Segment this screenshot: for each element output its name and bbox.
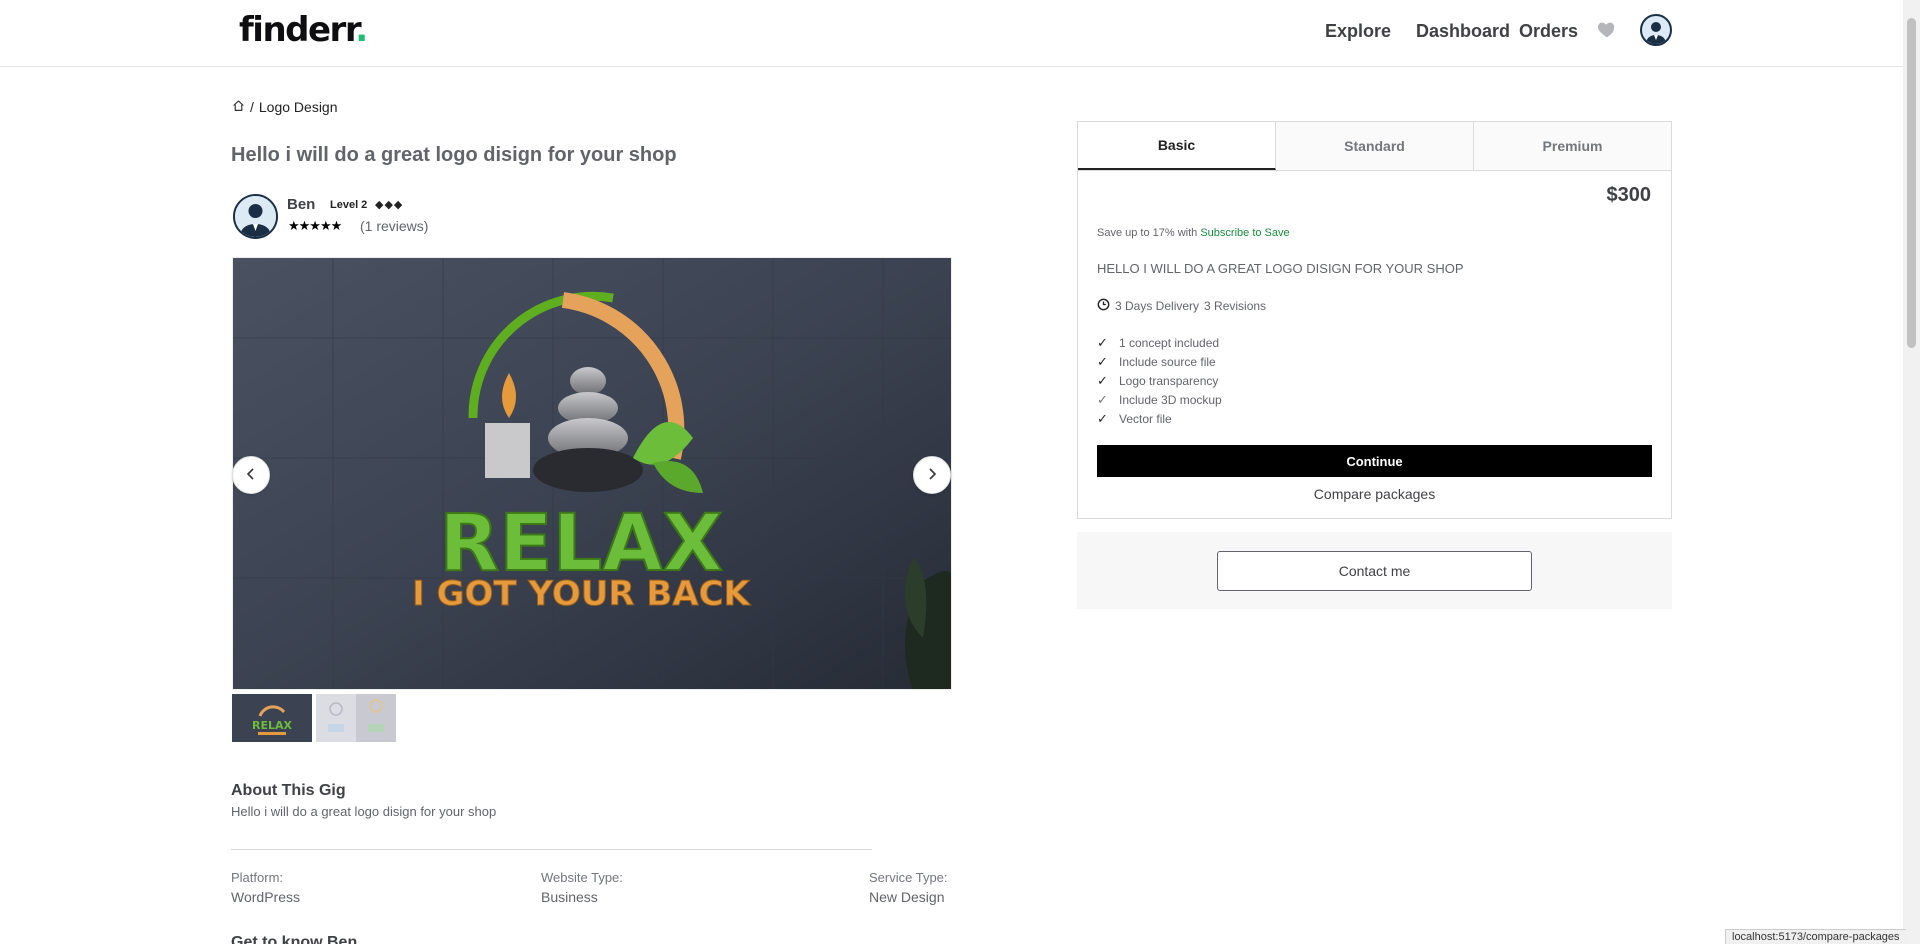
seller-avatar[interactable] xyxy=(233,194,278,239)
clock-icon xyxy=(1097,298,1110,314)
package-card: Basic Standard Premium $300 Save up to 1… xyxy=(1077,121,1672,519)
package-tabs: Basic Standard Premium xyxy=(1078,122,1671,171)
seller-name[interactable]: Ben xyxy=(287,196,315,213)
package-features: ✓ 1 concept included ✓ Include source fil… xyxy=(1097,333,1222,428)
gig-gallery: RELAX I GOT YOUR BACK xyxy=(232,257,952,690)
check-icon: ✓ xyxy=(1097,391,1108,407)
tab-basic[interactable]: Basic xyxy=(1078,122,1276,170)
breadcrumb-category[interactable]: Logo Design xyxy=(259,99,338,115)
compare-packages-link[interactable]: Compare packages xyxy=(1078,486,1671,502)
level-diamonds-icon: ◆◆◆ xyxy=(375,199,404,211)
meta-value-platform: WordPress xyxy=(231,889,300,905)
logo-subline: I GOT YOUR BACK xyxy=(412,574,751,614)
home-icon[interactable] xyxy=(232,99,245,115)
check-icon: ✓ xyxy=(1097,334,1108,350)
divider xyxy=(231,849,872,850)
heart-icon[interactable] xyxy=(1596,18,1618,40)
scrollbar-thumb[interactable] xyxy=(1907,18,1916,348)
list-item: ✓ Logo transparency xyxy=(1097,372,1219,388)
user-avatar[interactable] xyxy=(1640,14,1672,46)
chevron-left-icon xyxy=(245,465,257,486)
gallery-thumbnail-1[interactable]: RELAX xyxy=(232,694,312,742)
gallery-prev-button[interactable] xyxy=(232,456,270,494)
gallery-thumbnail-2[interactable] xyxy=(316,694,396,742)
meta-value-service-type: New Design xyxy=(869,889,945,905)
list-item: ✓ 1 concept included xyxy=(1097,334,1220,350)
meta-label-website-type: Website Type: xyxy=(541,870,623,885)
chevron-right-icon xyxy=(926,465,938,486)
link-preview-status: localhost:5173/compare-packages xyxy=(1725,929,1906,944)
seller-level: Level 2 xyxy=(330,199,368,211)
subscribe-note-text: Save up to 17% with xyxy=(1097,227,1201,239)
meta-value-website-type: Business xyxy=(541,889,598,905)
nav-explore[interactable]: Explore xyxy=(1325,21,1391,42)
nav-orders[interactable]: Orders xyxy=(1519,21,1578,42)
delivery-days: 3 Days Delivery xyxy=(1115,299,1200,313)
check-icon: ✓ xyxy=(1097,372,1108,388)
gig-title: Hello i will do a great logo disign for … xyxy=(231,144,677,166)
about-heading: About This Gig xyxy=(231,782,346,799)
page-scrollbar[interactable] xyxy=(1903,0,1920,944)
continue-button[interactable]: Continue xyxy=(1097,445,1652,477)
thumbnail-headline: RELAX xyxy=(252,719,293,732)
breadcrumb: / Logo Design xyxy=(232,99,338,115)
tab-standard[interactable]: Standard xyxy=(1276,122,1474,170)
breadcrumb-separator: / xyxy=(250,99,254,115)
top-navbar: finderr. Explore Dashboard Orders xyxy=(0,0,1903,67)
list-item: ✓ Vector file xyxy=(1097,410,1172,426)
finderr-logo[interactable]: finderr. xyxy=(239,10,368,50)
meta-label-platform: Platform: xyxy=(231,870,284,885)
subscribe-note: Save up to 17% with Subscribe to Save xyxy=(1097,227,1290,239)
revisions-count: 3 Revisions xyxy=(1204,299,1267,313)
meta-label-service-type: Service Type: xyxy=(869,870,948,885)
list-item: ✓ Include 3D mockup xyxy=(1097,391,1222,407)
package-price: $300 xyxy=(1606,184,1652,206)
list-item: ✓ Include source file xyxy=(1097,353,1216,369)
nav-dashboard[interactable]: Dashboard xyxy=(1416,21,1510,42)
delivery-info: 3 Days Delivery 3 Revisions xyxy=(1097,298,1266,314)
gallery-main-image: RELAX I GOT YOUR BACK xyxy=(233,258,951,689)
seller-section-heading: Get to know Ben xyxy=(231,934,358,944)
contact-me-button[interactable]: Contact me xyxy=(1217,551,1532,591)
rating-stars: ★★★★★ xyxy=(288,218,342,233)
package-description: HELLO I WILL DO A GREAT LOGO DISIGN FOR … xyxy=(1097,261,1464,276)
check-icon: ✓ xyxy=(1097,410,1108,426)
check-icon: ✓ xyxy=(1097,353,1108,369)
tab-premium[interactable]: Premium xyxy=(1474,122,1671,170)
subscribe-to-save-link[interactable]: Subscribe to Save xyxy=(1200,227,1289,239)
gallery-next-button[interactable] xyxy=(913,456,951,494)
contact-panel: Contact me xyxy=(1077,532,1672,609)
review-count[interactable]: (1 reviews) xyxy=(360,218,428,234)
about-text: Hello i will do a great logo disign for … xyxy=(231,804,497,819)
